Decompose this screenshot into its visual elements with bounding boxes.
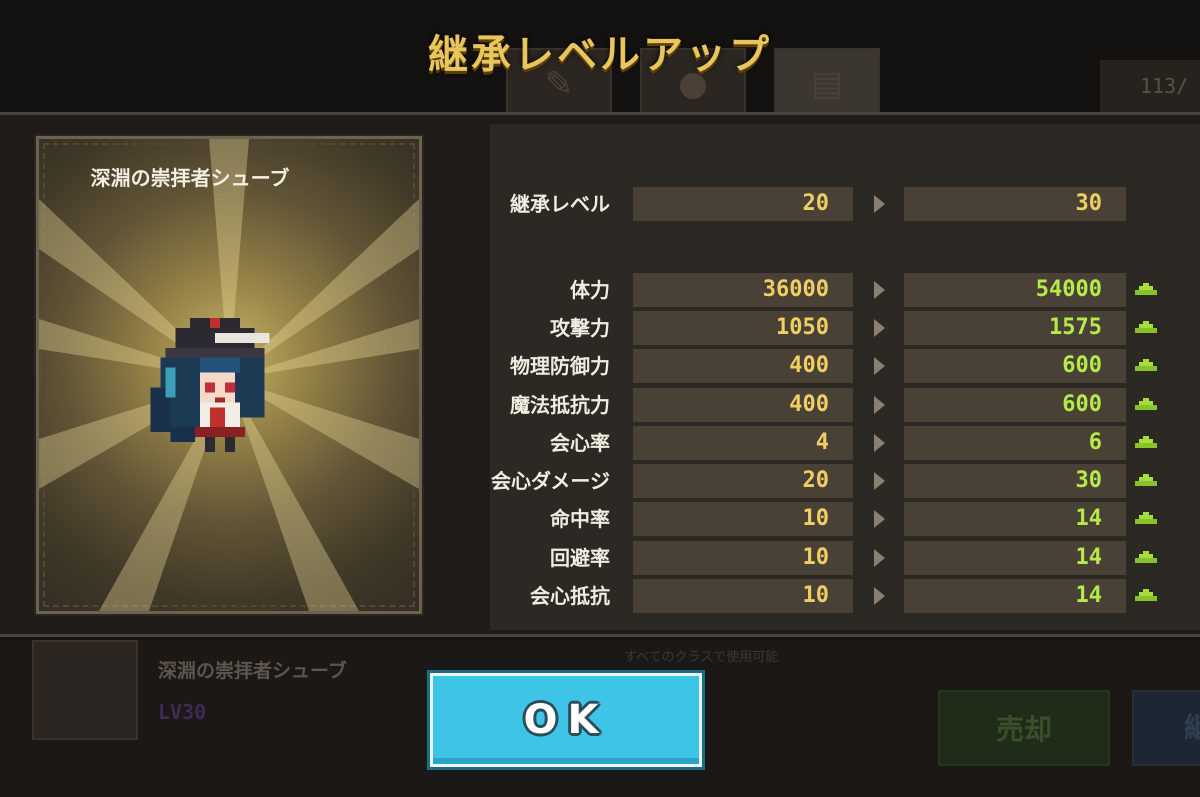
inherit-button: 継 bbox=[1132, 690, 1200, 766]
stat-after-value: 14 bbox=[904, 502, 1126, 536]
bg-character-portrait bbox=[32, 640, 138, 740]
dialog-title: 継承レベルアップ bbox=[428, 32, 772, 78]
stat-after-value: 6 bbox=[904, 426, 1126, 460]
stat-after-value: 1575 bbox=[904, 311, 1126, 345]
sell-button: 売却 bbox=[938, 690, 1110, 766]
increase-arrow-icon bbox=[1135, 589, 1157, 601]
bg-character-name: 深淵の崇拝者シューブ bbox=[158, 660, 347, 682]
stat-before-value: 1050 bbox=[633, 311, 853, 345]
right-arrow-icon bbox=[874, 472, 885, 490]
right-arrow-icon bbox=[874, 195, 885, 213]
stat-label: 魔法抵抗力 bbox=[510, 393, 610, 417]
right-arrow-icon bbox=[874, 319, 885, 337]
increase-arrow-icon bbox=[1135, 551, 1157, 563]
increase-arrow-icon bbox=[1135, 321, 1157, 333]
stat-row: 体力 36000 54000 bbox=[0, 273, 1200, 307]
character-sprite bbox=[150, 318, 270, 452]
stat-label: 攻撃力 bbox=[550, 316, 610, 340]
stat-before-value: 36000 bbox=[633, 273, 853, 307]
right-arrow-icon bbox=[874, 434, 885, 452]
right-arrow-icon bbox=[874, 396, 885, 414]
stat-after-value: 600 bbox=[904, 388, 1126, 422]
stat-row: 会心ダメージ 20 30 bbox=[0, 464, 1200, 498]
ok-button[interactable]: OK bbox=[430, 673, 702, 767]
stat-before-value: 10 bbox=[633, 579, 853, 613]
right-arrow-icon bbox=[874, 357, 885, 375]
right-arrow-icon bbox=[874, 510, 885, 528]
stat-row: 会心抵抗 10 14 bbox=[0, 579, 1200, 613]
increase-arrow-icon bbox=[1135, 512, 1157, 524]
stat-before-value: 10 bbox=[633, 502, 853, 536]
stat-before-value: 400 bbox=[633, 388, 853, 422]
bg-character-level: LV30 bbox=[158, 700, 207, 724]
stat-label: 体力 bbox=[570, 278, 610, 302]
stat-after-value: 14 bbox=[904, 579, 1126, 613]
increase-arrow-icon bbox=[1135, 398, 1157, 410]
right-arrow-icon bbox=[874, 587, 885, 605]
bg-class-hint: すべてのクラスで使用可能 bbox=[624, 650, 779, 665]
stat-label: 会心率 bbox=[550, 431, 610, 455]
stat-before-value: 400 bbox=[633, 349, 853, 383]
stat-after-value: 30 bbox=[904, 464, 1126, 498]
stat-after-value: 14 bbox=[904, 541, 1126, 575]
right-arrow-icon bbox=[874, 281, 885, 299]
stat-after-value: 600 bbox=[904, 349, 1126, 383]
increase-arrow-icon bbox=[1135, 474, 1157, 486]
stat-label: 会心ダメージ bbox=[491, 469, 610, 493]
stat-after-value: 54000 bbox=[904, 273, 1126, 307]
stat-before-value: 4 bbox=[633, 426, 853, 460]
stat-before-value: 20 bbox=[633, 464, 853, 498]
character-name: 深淵の崇拝者シューブ bbox=[90, 166, 290, 190]
right-arrow-icon bbox=[874, 549, 885, 567]
stat-row: 継承レベル 20 30 bbox=[0, 187, 1200, 221]
increase-arrow-icon bbox=[1135, 359, 1157, 371]
stat-label: 命中率 bbox=[550, 507, 610, 531]
stat-label: 会心抵抗 bbox=[530, 584, 610, 608]
stat-before-value: 20 bbox=[633, 187, 853, 221]
stat-after-value: 30 bbox=[904, 187, 1126, 221]
stat-label: 物理防御力 bbox=[510, 354, 610, 378]
stat-label: 回避率 bbox=[550, 546, 610, 570]
stat-row: 命中率 10 14 bbox=[0, 502, 1200, 536]
stat-label: 継承レベル bbox=[510, 192, 610, 216]
increase-arrow-icon bbox=[1135, 283, 1157, 295]
increase-arrow-icon bbox=[1135, 436, 1157, 448]
stat-before-value: 10 bbox=[633, 541, 853, 575]
stat-row: 回避率 10 14 bbox=[0, 541, 1200, 575]
